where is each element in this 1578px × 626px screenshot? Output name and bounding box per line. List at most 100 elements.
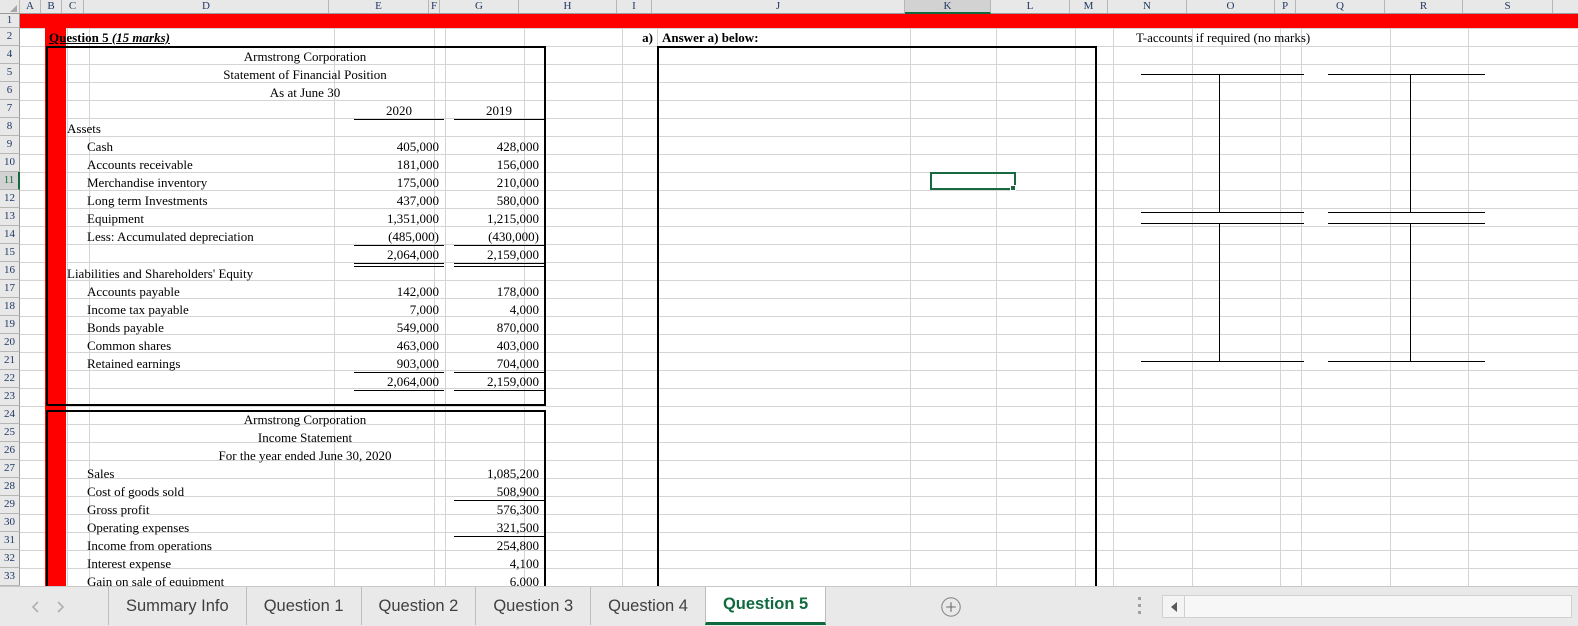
- tab-split-handle[interactable]: [1138, 597, 1142, 617]
- grid-column-line: [1113, 14, 1114, 586]
- row-header-5[interactable]: 5: [0, 64, 20, 82]
- taccount-2b-stem: [1410, 223, 1411, 362]
- column-header-d[interactable]: D: [84, 0, 329, 13]
- column-header-a[interactable]: A: [20, 0, 41, 13]
- bs-equity-label: Liabilities and Shareholders' Equity: [67, 266, 254, 281]
- row-header-16[interactable]: 16: [0, 262, 20, 280]
- row-header-17[interactable]: 17: [0, 280, 20, 298]
- row-header-27[interactable]: 27: [0, 460, 20, 478]
- grid-canvas: Question 5 (15 marks) Armstrong Corporat…: [20, 14, 1578, 586]
- row-header-10[interactable]: 10: [0, 154, 20, 172]
- is-label-4: Income from operations: [87, 538, 212, 553]
- row-header-18[interactable]: 18: [0, 298, 20, 316]
- bs-equity-2020-1: 7,000: [409, 302, 439, 317]
- scroll-left-button[interactable]: [1163, 596, 1185, 617]
- row-header-25[interactable]: 25: [0, 424, 20, 442]
- row-header-6[interactable]: 6: [0, 82, 20, 100]
- select-all-corner[interactable]: [0, 0, 20, 13]
- column-header-j[interactable]: J: [652, 0, 905, 13]
- bs-assets-label: Assets: [67, 121, 101, 136]
- sheet-tab-question-2[interactable]: Question 2: [360, 587, 476, 625]
- sheet-nav-next-button[interactable]: [52, 599, 68, 615]
- grid-viewport[interactable]: Question 5 (15 marks) Armstrong Corporat…: [20, 14, 1578, 586]
- row-header-20[interactable]: 20: [0, 334, 20, 352]
- sheet-nav-prev-button[interactable]: [28, 599, 44, 615]
- row-header-2[interactable]: 2: [0, 28, 20, 46]
- bs-asset-2019-2: 210,000: [496, 175, 539, 190]
- column-header-h[interactable]: H: [519, 0, 617, 13]
- taccount-2b-bottom: [1328, 361, 1485, 362]
- taccount-1b-bottom: [1328, 212, 1485, 213]
- sheet-tab-question-5[interactable]: Question 5: [704, 587, 827, 625]
- sheet-tab-label: Question 4: [608, 596, 688, 615]
- column-header-m[interactable]: M: [1070, 0, 1108, 13]
- is-label-0: Sales: [87, 466, 115, 481]
- row-header-7[interactable]: 7: [0, 100, 20, 118]
- row-header-4[interactable]: 4: [0, 46, 20, 64]
- bs-equity-2019-4: 704,000: [496, 356, 539, 371]
- row-header-29[interactable]: 29: [0, 496, 20, 514]
- is-value-2: 576,300: [496, 502, 539, 517]
- active-cell-selection[interactable]: [930, 172, 1016, 190]
- row-header-12[interactable]: 12: [0, 190, 20, 208]
- column-header-e[interactable]: E: [329, 0, 429, 13]
- row-header-28[interactable]: 28: [0, 478, 20, 496]
- taccount-1b-top: [1328, 74, 1485, 75]
- column-header-c[interactable]: C: [62, 0, 84, 13]
- row-header-1[interactable]: 1: [0, 14, 20, 28]
- column-header-r[interactable]: R: [1385, 0, 1463, 13]
- column-header-i[interactable]: I: [617, 0, 652, 13]
- column-header-n[interactable]: N: [1108, 0, 1187, 13]
- column-header-k[interactable]: K: [905, 0, 991, 14]
- column-header-p[interactable]: P: [1275, 0, 1296, 13]
- fill-handle[interactable]: [1010, 185, 1016, 191]
- grid-row-line: [20, 406, 1578, 407]
- row-header-31[interactable]: 31: [0, 532, 20, 550]
- bs-border-right: [544, 46, 546, 404]
- row-header-22[interactable]: 22: [0, 370, 20, 388]
- grid-column-line: [1192, 14, 1193, 586]
- sheet-tab-label: Question 3: [493, 596, 574, 615]
- row-header-19[interactable]: 19: [0, 316, 20, 334]
- bs-asset-2019-1: 156,000: [496, 157, 539, 172]
- row-header-11[interactable]: 11: [0, 172, 20, 190]
- row-header-26[interactable]: 26: [0, 442, 20, 460]
- sheet-tabs: Summary Info Question 1 Question 2 Quest…: [108, 587, 827, 625]
- column-header-o[interactable]: O: [1187, 0, 1275, 13]
- row-header-24[interactable]: 24: [0, 406, 20, 424]
- column-header-l[interactable]: L: [991, 0, 1070, 13]
- row-header-13[interactable]: 13: [0, 208, 20, 226]
- column-header-b[interactable]: B: [41, 0, 62, 13]
- is-value-1: 508,900: [496, 484, 539, 499]
- column-header-q[interactable]: Q: [1296, 0, 1385, 13]
- bs-assets-total-rule-2019-a: [454, 263, 544, 264]
- bs-equity-2020-3: 463,000: [396, 338, 439, 353]
- sheet-tab-question-1[interactable]: Question 1: [245, 587, 361, 625]
- grid-row-line: [20, 262, 1578, 263]
- taccount-2a-stem: [1219, 223, 1220, 362]
- bs-asset-2020-2: 175,000: [396, 175, 439, 190]
- scroll-track[interactable]: [1185, 596, 1571, 617]
- row-header-33[interactable]: 33: [0, 568, 20, 586]
- sheet-tab-question-3[interactable]: Question 3: [475, 587, 590, 625]
- column-header-f[interactable]: F: [429, 0, 440, 13]
- is-value-6: 6,000: [509, 574, 539, 586]
- row-header-8[interactable]: 8: [0, 118, 20, 136]
- row-header-21[interactable]: 21: [0, 352, 20, 370]
- row-header-9[interactable]: 9: [0, 136, 20, 154]
- row-header-23[interactable]: 23: [0, 388, 20, 406]
- bs-asset-2020-3: 437,000: [396, 193, 439, 208]
- row-header-32[interactable]: 32: [0, 550, 20, 568]
- sheet-tab-question-4[interactable]: Question 4: [590, 587, 705, 625]
- question-title-text: Question 5: [49, 30, 109, 45]
- is-value-3: 321,500: [496, 520, 539, 535]
- answer-part-label: a): [642, 30, 653, 45]
- row-header-30[interactable]: 30: [0, 514, 20, 532]
- horizontal-scrollbar[interactable]: [1162, 595, 1572, 618]
- row-header-15[interactable]: 15: [0, 244, 20, 262]
- add-sheet-button[interactable]: [940, 596, 962, 618]
- sheet-tab-summary-info[interactable]: Summary Info: [108, 587, 246, 625]
- column-header-g[interactable]: G: [440, 0, 519, 13]
- column-header-s[interactable]: S: [1463, 0, 1553, 13]
- row-header-14[interactable]: 14: [0, 226, 20, 244]
